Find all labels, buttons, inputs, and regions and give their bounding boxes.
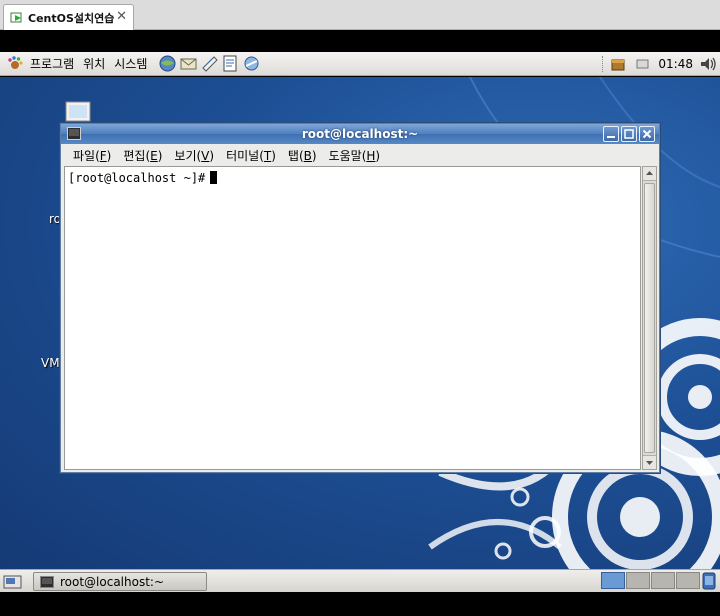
- taskbar-item-terminal[interactable]: root@localhost:~: [33, 572, 207, 591]
- minimize-icon: [607, 136, 615, 138]
- notes-icon[interactable]: [200, 54, 219, 73]
- panel-tray: 01:48: [596, 52, 720, 76]
- taskbar-item-label: root@localhost:~: [60, 574, 165, 589]
- close-icon[interactable]: ✕: [116, 10, 127, 24]
- menu-help[interactable]: 도움말(H): [323, 147, 387, 164]
- volume-icon[interactable]: [699, 55, 717, 73]
- terminal-prompt-line: [root@localhost ~]#: [68, 171, 218, 185]
- close-icon: [642, 129, 652, 139]
- terminal-menubar: 파일(F) 편집(E) 보기(V) 터미널(T) 탭(B) 도움말(H): [61, 144, 659, 166]
- panel-separator: [602, 56, 604, 72]
- email-icon[interactable]: [179, 54, 198, 73]
- vm-toolbar-strip: [0, 30, 720, 52]
- terminal-output[interactable]: [root@localhost ~]#: [64, 166, 641, 470]
- chevron-up-icon: [646, 171, 653, 175]
- main-menu: 프로그램 위치 시스템: [0, 52, 154, 76]
- monitor-icon[interactable]: [634, 56, 652, 72]
- maximize-icon: [624, 129, 634, 139]
- menu-view[interactable]: 보기(V): [168, 147, 220, 164]
- scrollbar-thumb[interactable]: [644, 183, 655, 453]
- menu-places[interactable]: 위치: [81, 55, 112, 72]
- minimize-button[interactable]: [603, 126, 619, 142]
- menu-system[interactable]: 시스템: [112, 55, 154, 72]
- chevron-down-icon: [646, 461, 653, 465]
- close-button[interactable]: [639, 126, 655, 142]
- maximize-button[interactable]: [621, 126, 637, 142]
- gnome-foot-icon[interactable]: [6, 55, 24, 73]
- window-controls: [603, 126, 655, 142]
- shell-prompt: [root@localhost ~]#: [68, 171, 206, 185]
- vm-icon: [10, 12, 22, 22]
- workspace-2[interactable]: [626, 572, 650, 589]
- workspace-1[interactable]: [601, 572, 625, 589]
- package-update-icon[interactable]: [610, 56, 626, 72]
- vm-status-strip: [0, 592, 720, 616]
- terminal-window: root@localhost:~ 파일(F) 편집(E) 보기(V) 터미널(T…: [60, 123, 660, 473]
- text-editor-icon[interactable]: [221, 54, 240, 73]
- workspace-4[interactable]: [676, 572, 700, 589]
- terminal-titlebar[interactable]: root@localhost:~: [61, 124, 659, 144]
- terminal-icon: [40, 575, 54, 588]
- terminal-scrollbar[interactable]: [642, 166, 657, 470]
- menu-applications[interactable]: 프로그램: [28, 55, 81, 72]
- trash-icon[interactable]: [700, 572, 718, 590]
- text-cursor: [210, 171, 218, 184]
- menu-tabs[interactable]: 탭(B): [282, 147, 323, 164]
- scroll-down-button[interactable]: [643, 455, 656, 469]
- menu-file[interactable]: 파일(F): [67, 147, 117, 164]
- menu-terminal[interactable]: 터미널(T): [220, 147, 282, 164]
- vm-tab-bar: CentOS설치연습 ✕: [0, 0, 720, 30]
- top-panel: 프로그램 위치 시스템 01:48: [0, 52, 720, 76]
- clock[interactable]: 01:48: [658, 57, 693, 71]
- vm-tab-label: CentOS설치연습: [28, 11, 115, 25]
- web-browser-icon[interactable]: [158, 54, 177, 73]
- launcher-group: [158, 54, 261, 73]
- scroll-up-button[interactable]: [643, 167, 656, 181]
- workspace-3[interactable]: [651, 572, 675, 589]
- bottom-panel: root@localhost:~: [0, 569, 720, 592]
- workspace-switcher: [601, 572, 700, 589]
- menu-edit[interactable]: 편집(E): [117, 147, 168, 164]
- desktop-label-vmware[interactable]: VM: [41, 356, 60, 370]
- vm-tab[interactable]: CentOS설치연습 ✕: [3, 4, 134, 30]
- show-desktop-icon[interactable]: [3, 572, 22, 591]
- window-title: root@localhost:~: [301, 127, 419, 141]
- network-icon[interactable]: [242, 54, 261, 73]
